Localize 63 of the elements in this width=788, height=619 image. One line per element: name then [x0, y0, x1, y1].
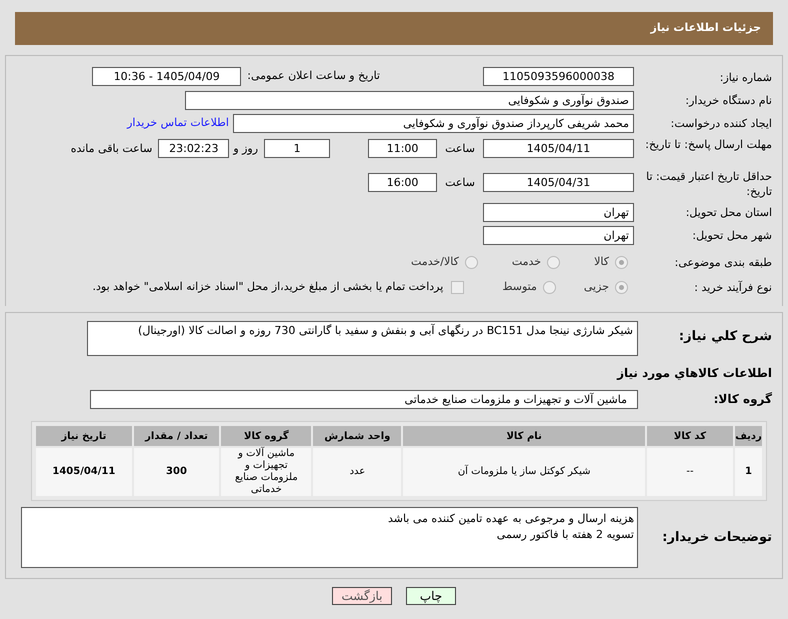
checkbox[interactable] — [451, 280, 464, 294]
column-header: کد کالا — [646, 426, 734, 446]
column-header: گروه کالا — [221, 426, 312, 446]
column-header: تاریخ نیاز — [36, 426, 132, 446]
table-cell: شیکر کوکتل ساز یا ملزومات آن — [403, 448, 645, 496]
radio-button[interactable] — [547, 256, 560, 268]
column-header: واحد شمارش — [313, 426, 402, 446]
section-title: اطلاعات کالاهاي مورد نياز — [617, 365, 772, 382]
radio-button[interactable] — [464, 256, 478, 268]
field-label: نام دستگاه خریدار: — [684, 92, 772, 108]
field-label: ایجاد کننده درخواست: — [670, 116, 772, 130]
text-field[interactable]: 11:00 — [368, 139, 438, 158]
field-label: طبقه بندی موضوعی: — [674, 254, 772, 270]
table-cell: 1405/04/11 — [36, 448, 132, 496]
field-label: شرح کلي نياز: — [678, 329, 772, 344]
option-label: کالا — [594, 254, 609, 270]
payment-note: پرداخت تمام یا بخشی از مبلغ خرید،از محل "اسناد خزانه اسلامی" خواهد بود. — [92, 278, 444, 295]
column-header: تعداد / مقدار — [134, 426, 220, 446]
table-cell: 1 — [735, 448, 762, 496]
text-field[interactable]: تهران — [483, 226, 634, 244]
text-field[interactable]: 1405/04/09 - 10:36 — [92, 66, 242, 86]
text-field[interactable]: صندوق نوآوری و شکوفایی — [185, 90, 634, 110]
contact-link[interactable]: اطلاعات تماس خریدار — [127, 114, 229, 132]
option-label: کالا/خدمت — [411, 254, 459, 270]
field-label: شماره نیاز: — [718, 70, 772, 85]
page-title: جزئیات اطلاعات نیاز — [650, 20, 761, 36]
field-label: روز و — [233, 141, 258, 157]
text-field[interactable]: 1405/04/11 — [483, 139, 634, 158]
field-label: استان محل تحویل: — [684, 204, 772, 220]
field-label: مهلت ارسال پاسخ: تا تاریخ: — [644, 137, 772, 152]
notes-box: هزینه ارسال و مرجوعی به عهده تامین کننده می باشد تسویه 2 هفته با فاکتور رسمی — [21, 507, 638, 568]
field-label: ساعت — [445, 141, 475, 157]
radio-button[interactable] — [615, 256, 628, 268]
column-header: نام کالا — [403, 426, 645, 446]
field-label: ساعت — [445, 175, 475, 191]
text-field[interactable]: ماشین آلات و تجهیزات و ملزومات صنایع خدماتی — [90, 390, 638, 408]
print-button[interactable]: چاپ — [406, 587, 456, 605]
table-cell: ماشین آلات و تجهیزات و ملزومات صنایع خدماتی — [221, 448, 312, 496]
field-label: شهر محل تحویل: — [691, 228, 772, 242]
field-label: گروه کالا: — [712, 392, 772, 406]
table-cell: عدد — [313, 448, 402, 496]
field-label: ساعت باقی مانده — [70, 141, 152, 157]
text-field[interactable]: 16:00 — [368, 173, 438, 192]
text-field[interactable]: 23:02:23 — [158, 139, 230, 158]
radio-button[interactable] — [615, 280, 628, 294]
description-box: شیکر شارژی نینجا مدل BC151 در رنگهای آبی و بنفش و سفید با گارانتی 730 روزه و اصالت کالا (اورجینال) — [87, 321, 638, 356]
field-label: نوع فرآیند خرید : — [693, 280, 772, 294]
option-label: خدمت — [512, 254, 542, 270]
table-cell: -- — [646, 448, 734, 496]
table-cell: 300 — [134, 448, 220, 496]
text-field[interactable]: 1405/04/31 — [483, 173, 634, 192]
column-header: ردیف — [735, 426, 762, 446]
radio-button[interactable] — [542, 280, 556, 294]
option-label: متوسط — [502, 278, 537, 295]
option-label: جزیی — [584, 278, 609, 295]
text-field[interactable]: 1105093596000038 — [483, 66, 634, 86]
field-label: حداقل تاریخ اعتبار قیمت: تا تاریخ: — [645, 169, 772, 199]
back-button[interactable]: بازگشت — [332, 587, 392, 605]
text-field[interactable]: تهران — [483, 202, 634, 222]
field-label: تاریخ و ساعت اعلان عمومی: — [247, 68, 380, 84]
text-field[interactable]: محمد شریفی کارپرداز صندوق نوآوری و شکوفایی — [233, 114, 634, 132]
field-label: توضیحات خریدار: — [661, 530, 772, 545]
text-field[interactable]: 1 — [264, 139, 330, 158]
